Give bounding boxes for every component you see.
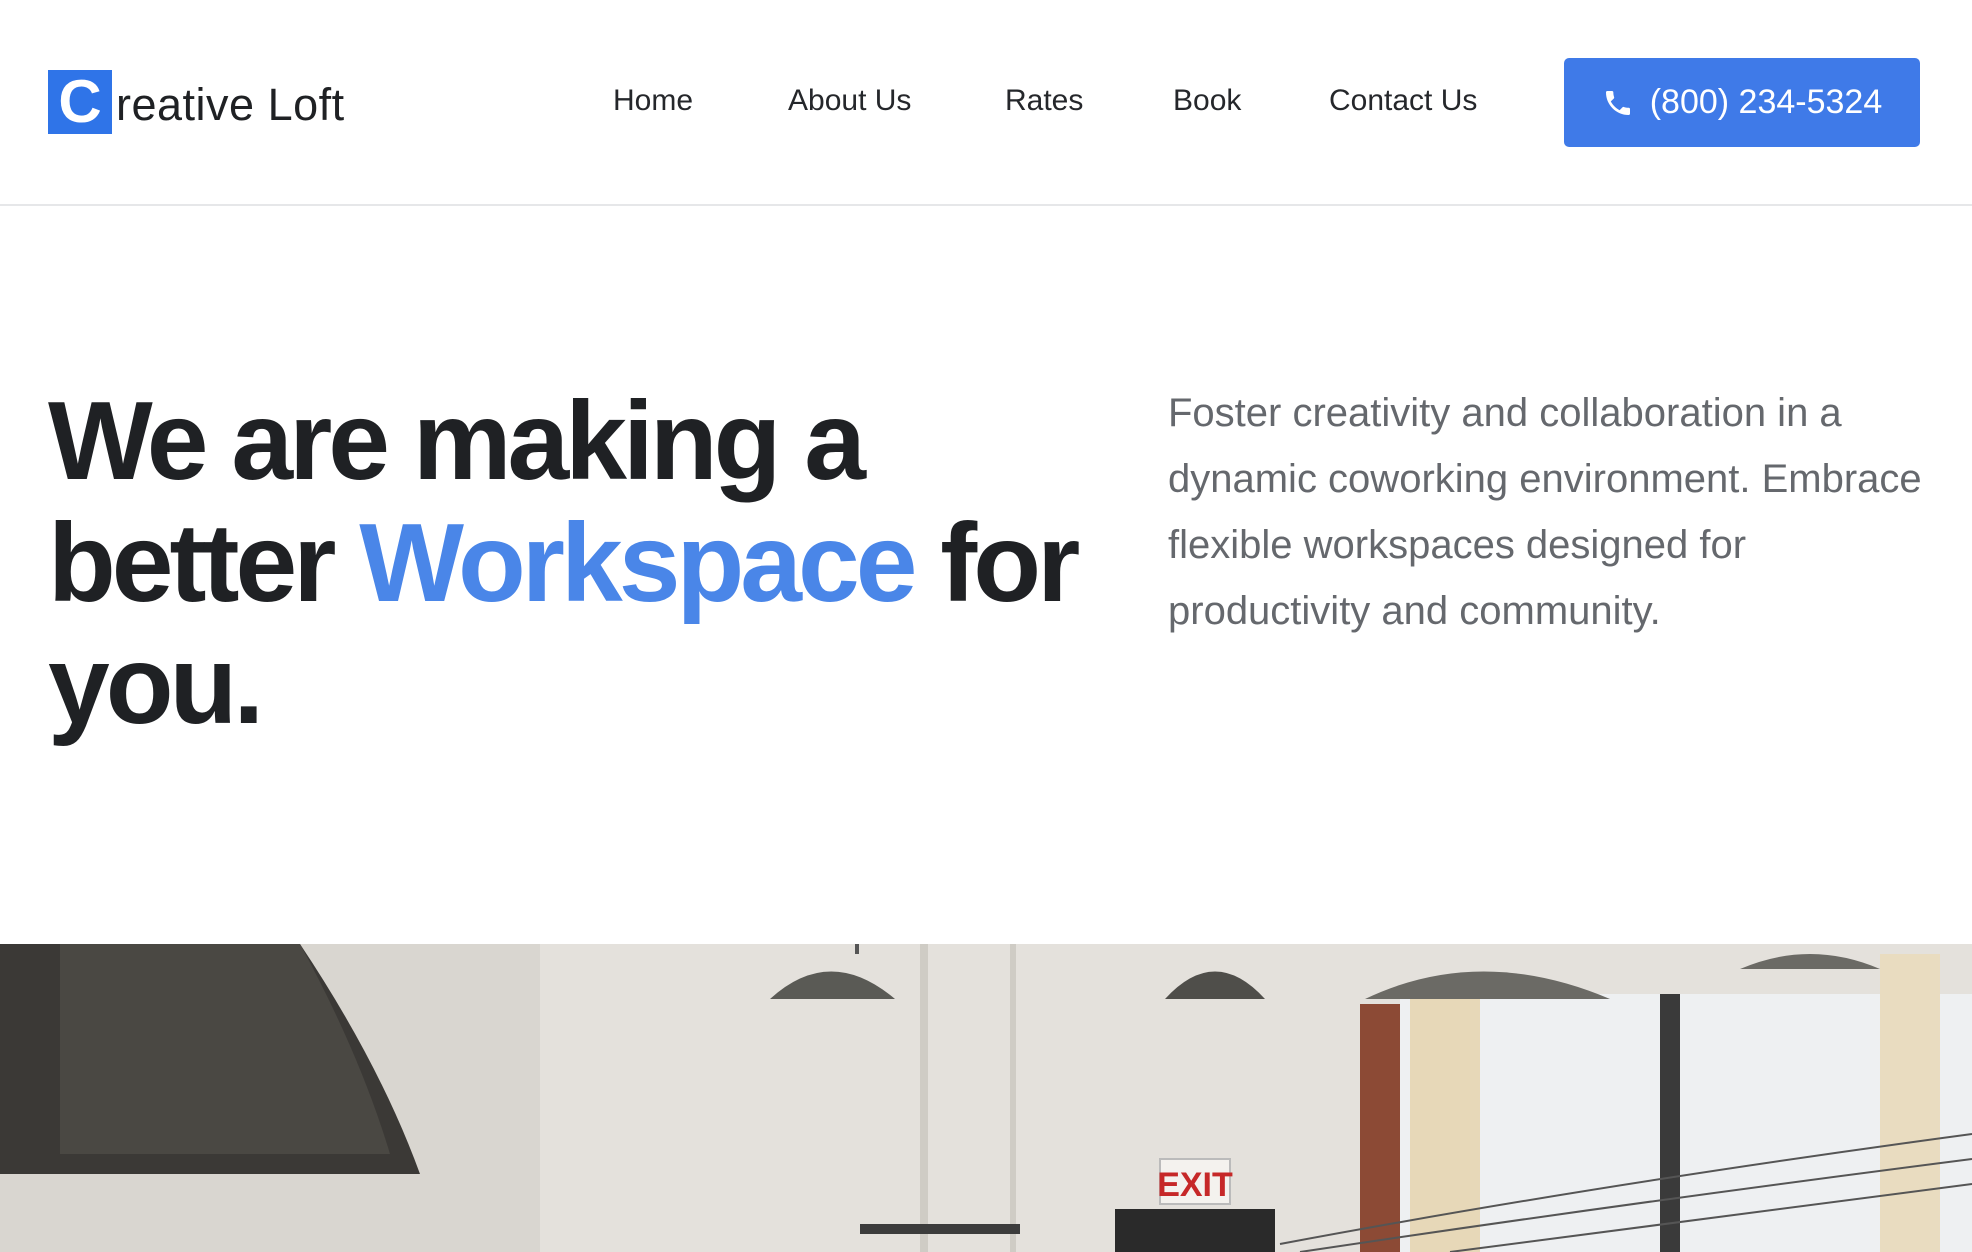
nav-item-about-us[interactable]: About Us	[788, 84, 911, 118]
site-logo[interactable]: C reative Loft	[48, 70, 345, 134]
nav-item-home[interactable]: Home	[613, 84, 693, 118]
phone-icon	[1605, 90, 1630, 115]
phone-number: (800) 234-5324	[1649, 83, 1883, 121]
site-header: C reative Loft Home About Us Rates Book …	[0, 0, 1972, 206]
workspace-photo-illustration: EXIT	[0, 944, 1972, 1252]
hero-title: We are making a better Workspace for you…	[48, 380, 1088, 746]
logo-text: reative Loft	[116, 79, 345, 130]
nav-item-rates[interactable]: Rates	[1005, 84, 1083, 118]
hero-description: Foster creativity and collaboration in a…	[1168, 391, 1922, 633]
logo-mark: C	[48, 70, 112, 134]
nav-item-contact-us[interactable]: Contact Us	[1329, 84, 1477, 118]
hero-title-accent: Workspace	[359, 501, 917, 625]
phone-button[interactable]: (800) 234-5324	[1564, 58, 1920, 147]
nav-item-book[interactable]: Book	[1173, 84, 1241, 118]
workspace-photo: EXIT	[0, 944, 1972, 1252]
exit-sign: EXIT	[1157, 1166, 1233, 1204]
